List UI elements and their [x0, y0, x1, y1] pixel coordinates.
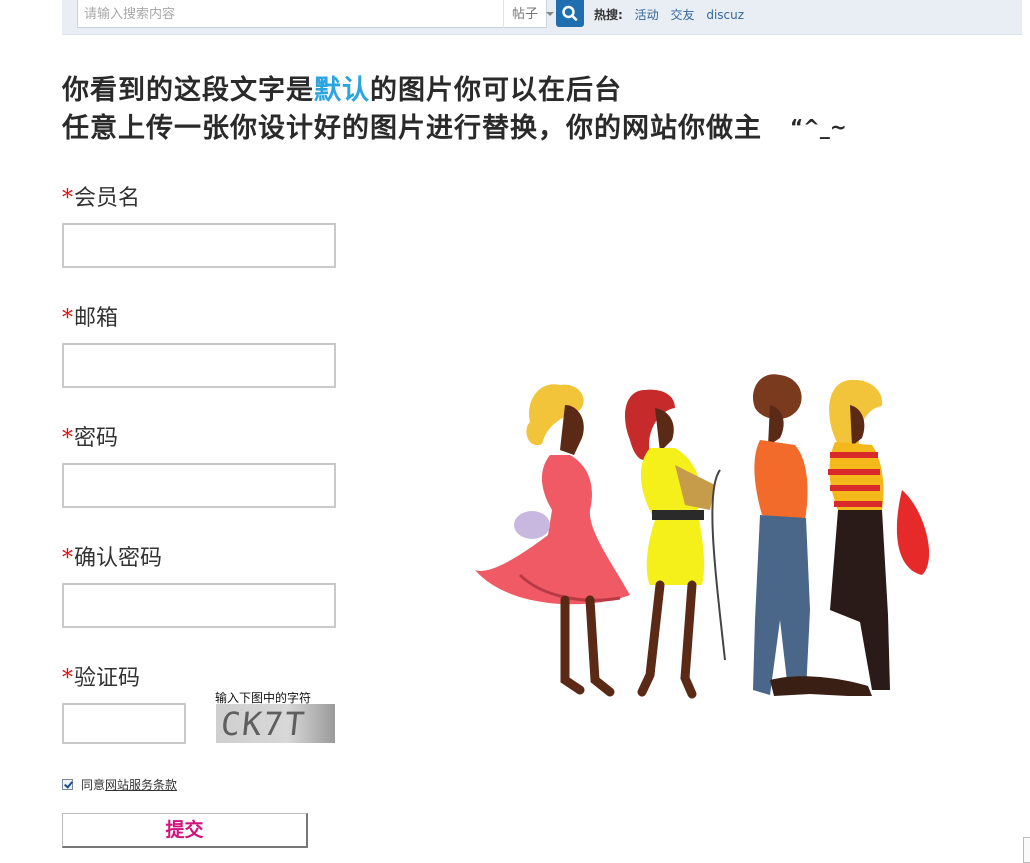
- captcha-label: *验证码: [62, 660, 140, 692]
- label-text: 邮箱: [74, 306, 119, 331]
- label-text: 会员名: [74, 186, 141, 211]
- scrollbar-corner: [1023, 837, 1030, 863]
- username-label: *会员名: [62, 180, 140, 212]
- email-field[interactable]: [62, 343, 336, 388]
- slogan-line-2: 任意上传一张你设计好的图片进行替换，你的网站你做主 “^_~: [62, 109, 892, 147]
- slogan-text: 任意上传一张你设计好的图片进行替换，你的网站你做主: [62, 113, 762, 144]
- confirm-password-field[interactable]: [62, 583, 336, 628]
- required-mark: *: [62, 666, 73, 691]
- search-type-label: 帖子: [512, 7, 539, 22]
- search-type-select[interactable]: 帖子: [503, 0, 563, 28]
- hot-search-title: 热搜:: [594, 8, 623, 22]
- search-input[interactable]: [84, 4, 484, 24]
- girl-4: [828, 379, 930, 690]
- hot-link-activity[interactable]: 活动: [635, 8, 659, 22]
- password-label: *密码: [62, 420, 118, 452]
- search-button[interactable]: [556, 0, 584, 27]
- required-mark: *: [62, 546, 73, 571]
- label-text: 确认密码: [74, 546, 163, 571]
- fashion-girls-illustration: [475, 374, 930, 699]
- agree-prefix: 同意: [81, 778, 106, 792]
- agree-checkbox[interactable]: [62, 779, 73, 790]
- slogan-text: 的图片你可以在后台: [370, 75, 622, 106]
- girl-3: [711, 374, 810, 695]
- captcha-image[interactable]: CK7T: [216, 704, 335, 743]
- slogan-banner: 你看到的这段文字是默认的图片你可以在后台 任意上传一张你设计好的图片进行替换，你…: [62, 73, 892, 147]
- label-text: 密码: [74, 426, 119, 451]
- girl-1: [475, 384, 630, 697]
- confirm-password-label: *确认密码: [62, 540, 162, 572]
- password-field[interactable]: [62, 463, 336, 508]
- captcha-field[interactable]: [62, 703, 186, 744]
- agree-terms: 同意 网站服务条款: [62, 776, 177, 793]
- hot-search: 热搜: 活动 交友 discuz: [594, 6, 752, 23]
- hot-link-discuz[interactable]: discuz: [706, 8, 744, 22]
- top-search-bar: 帖子 热搜: 活动 交友 discuz: [62, 0, 1022, 35]
- terms-link[interactable]: 网站服务条款: [105, 776, 177, 793]
- dog: [770, 676, 872, 696]
- required-mark: *: [62, 306, 73, 331]
- required-mark: *: [62, 426, 73, 451]
- slogan-highlight: 默认: [314, 75, 370, 106]
- hot-link-friends[interactable]: 交友: [670, 8, 694, 22]
- girl-2: [625, 389, 715, 699]
- label-text: 验证码: [74, 666, 141, 691]
- slogan-emote: “^_~: [790, 115, 847, 139]
- slogan-text: 你看到的这段文字是: [62, 75, 314, 106]
- required-mark: *: [62, 186, 73, 211]
- slogan-line-1: 你看到的这段文字是默认的图片你可以在后台: [62, 73, 892, 109]
- search-box: 帖子: [77, 0, 554, 28]
- search-icon: [562, 5, 578, 21]
- email-label: *邮箱: [62, 300, 118, 332]
- username-field[interactable]: [62, 223, 336, 268]
- submit-button[interactable]: 提交: [62, 813, 308, 848]
- caret-down-icon: [546, 12, 554, 16]
- captcha-text: CK7T: [219, 705, 309, 743]
